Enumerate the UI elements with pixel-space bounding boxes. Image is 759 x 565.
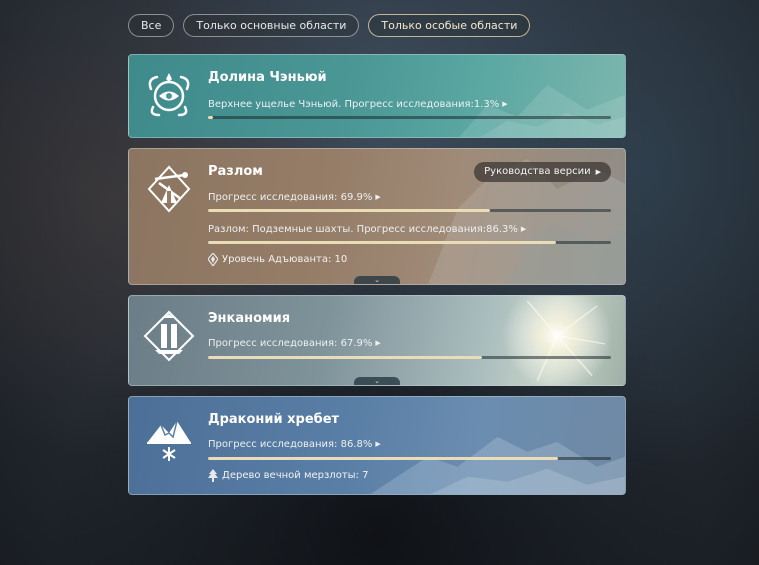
progress-fill: [208, 116, 214, 119]
caret-right-icon: ▶: [375, 193, 381, 201]
progress-fill: [208, 457, 558, 460]
progress-link[interactable]: Прогресс исследования: 69.9% ▶: [208, 192, 381, 203]
region-title: Драконий хребет: [208, 412, 340, 427]
progress-text: Прогресс исследования: 67.9%: [208, 338, 373, 349]
expand-chevron-icon[interactable]: ⌄: [354, 276, 400, 284]
progress-bar: [208, 457, 611, 460]
caret-right-icon: ▶: [375, 440, 381, 448]
frostbearing-tree-info[interactable]: Дерево вечной мерзлоты: 7: [208, 469, 368, 482]
progress-fill: [208, 356, 482, 359]
version-guides-label: Руководства версии: [484, 166, 591, 177]
region-card-enkanomiya[interactable]: Энканомия Прогресс исследования: 67.9% ▶ …: [128, 295, 626, 386]
progress-link[interactable]: Прогресс исследования: 67.9% ▶: [208, 338, 381, 349]
frostbearing-tree-icon: [208, 469, 218, 482]
progress-bar: [208, 356, 611, 359]
caret-right-icon: ▶: [375, 339, 381, 347]
progress-link[interactable]: Разлом: Подземные шахты. Прогресс исслед…: [208, 224, 526, 235]
region-card-dragonspine[interactable]: Драконий хребет Прогресс исследования: 8…: [128, 396, 626, 495]
frostbearing-tree-text: Дерево вечной мерзлоты: 7: [222, 470, 369, 481]
progress-bar: [208, 116, 611, 119]
region-title: Энканомия: [208, 311, 291, 326]
region-title: Разлом: [208, 164, 263, 179]
caret-right-icon: ▶: [595, 168, 601, 176]
filter-bar: Все Только основные области Только особы…: [128, 14, 531, 37]
region-card-chenyu-vale[interactable]: Долина Чэньюй Верхнее ущелье Чэньюй. Про…: [128, 54, 626, 138]
progress-fill: [208, 241, 556, 244]
reputation-info[interactable]: Уровень Адъюванта: 10: [208, 253, 347, 266]
progress-text: Прогресс исследования: 86.8%: [208, 439, 373, 450]
region-title: Долина Чэньюй: [208, 70, 327, 85]
progress-bar: [208, 209, 611, 212]
expand-chevron-icon[interactable]: ⌄: [354, 377, 400, 385]
progress-text: Прогресс исследования: 69.9%: [208, 192, 373, 203]
progress-fill: [208, 209, 490, 212]
chenyu-vale-emblem-icon: [148, 73, 190, 117]
filter-main-regions-button[interactable]: Только основные области: [183, 14, 360, 37]
region-background-art: [459, 84, 625, 137]
progress-link[interactable]: Верхнее ущелье Чэньюй. Прогресс исследов…: [208, 99, 508, 110]
progress-text: Разлом: Подземные шахты. Прогресс исслед…: [208, 224, 518, 235]
progress-link[interactable]: Прогресс исследования: 86.8% ▶: [208, 439, 381, 450]
progress-text: Верхнее ущелье Чэньюй. Прогресс исследов…: [208, 99, 500, 110]
reputation-text: Уровень Адъюванта: 10: [222, 254, 348, 265]
region-card-chasm[interactable]: Разлом Руководства версии ▶ Прогресс иссл…: [128, 148, 626, 285]
caret-right-icon: ▶: [502, 100, 508, 108]
chasm-emblem-icon: [147, 165, 191, 213]
progress-bar: [208, 241, 611, 244]
caret-right-icon: ▶: [520, 225, 527, 233]
filter-all-button[interactable]: Все: [128, 14, 175, 37]
filter-special-regions-button[interactable]: Только особые области: [368, 14, 531, 37]
dragonspine-emblem-icon: [147, 420, 191, 461]
reputation-icon: [208, 253, 218, 266]
version-guides-button[interactable]: Руководства версии ▶: [474, 162, 611, 182]
enkanomiya-emblem-icon: [143, 310, 195, 362]
